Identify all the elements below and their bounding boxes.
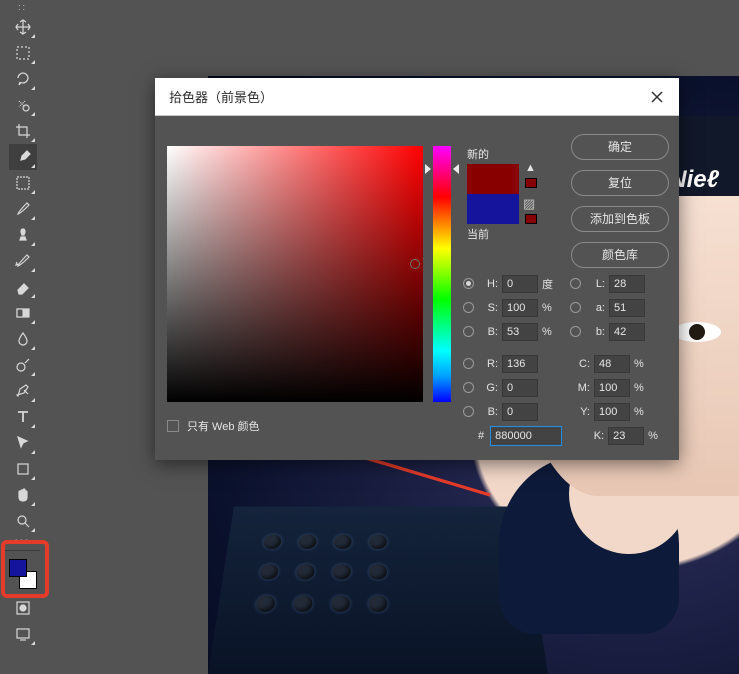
screen-mode-tool[interactable] bbox=[9, 621, 37, 647]
m-unit: % bbox=[634, 382, 650, 394]
c-label: C: bbox=[570, 358, 590, 370]
move-tool[interactable] bbox=[9, 14, 37, 40]
panel-grip[interactable]: :: bbox=[0, 0, 45, 14]
eraser-tool[interactable] bbox=[9, 274, 37, 300]
dialog-title: 拾色器（前景色） bbox=[169, 87, 273, 106]
dodge-tool[interactable] bbox=[9, 352, 37, 378]
y-input[interactable] bbox=[594, 403, 630, 421]
bv-label: B: bbox=[478, 326, 498, 338]
h-unit: 度 bbox=[542, 276, 558, 292]
color-swatches[interactable] bbox=[7, 557, 39, 591]
l-radio[interactable] bbox=[570, 278, 581, 289]
l-label: L: bbox=[585, 278, 605, 290]
a-label: a: bbox=[585, 302, 605, 314]
dialog-titlebar[interactable]: 拾色器（前景色） bbox=[155, 78, 679, 116]
color-field[interactable] bbox=[167, 146, 423, 402]
a-input[interactable] bbox=[609, 299, 645, 317]
new-label: 新的 bbox=[467, 146, 547, 162]
bc-radio[interactable] bbox=[463, 406, 474, 417]
quick-mask-tool[interactable] bbox=[9, 595, 37, 621]
hue-slider-thumb-left bbox=[425, 164, 431, 174]
hue-slider-thumb-right bbox=[453, 164, 459, 174]
s-radio[interactable] bbox=[463, 302, 474, 313]
add-swatch-button[interactable]: 添加到色板 bbox=[571, 206, 669, 232]
web-only-label: 只有 Web 颜色 bbox=[187, 418, 260, 434]
color-libraries-button[interactable]: 颜色库 bbox=[571, 242, 669, 268]
a-radio[interactable] bbox=[570, 302, 581, 313]
bv-radio[interactable] bbox=[463, 326, 474, 337]
websafe-warning-icon[interactable]: ▨ bbox=[523, 196, 535, 212]
c-input[interactable] bbox=[594, 355, 630, 373]
r-label: R: bbox=[478, 358, 498, 370]
pen-tool[interactable] bbox=[9, 378, 37, 404]
g-radio[interactable] bbox=[463, 382, 474, 393]
brush-tool[interactable] bbox=[9, 196, 37, 222]
foreground-swatch[interactable] bbox=[9, 559, 27, 577]
b-input[interactable] bbox=[609, 323, 645, 341]
gamut-warning-icon[interactable]: ▲ bbox=[525, 162, 536, 174]
web-only-checkbox[interactable] bbox=[167, 420, 179, 432]
tools-panel: :: ••• bbox=[0, 0, 45, 674]
hand-tool[interactable] bbox=[9, 482, 37, 508]
websafe-warning-swatch[interactable] bbox=[525, 214, 537, 224]
l-input[interactable] bbox=[609, 275, 645, 293]
b-radio[interactable] bbox=[570, 326, 581, 337]
m-input[interactable] bbox=[594, 379, 630, 397]
k-unit: % bbox=[648, 430, 664, 442]
blur-tool[interactable] bbox=[9, 326, 37, 352]
close-icon[interactable] bbox=[649, 89, 665, 105]
crop-tool[interactable] bbox=[9, 118, 37, 144]
hex-input[interactable] bbox=[490, 426, 562, 446]
new-color-swatch[interactable] bbox=[467, 164, 519, 194]
h-radio[interactable] bbox=[463, 278, 474, 289]
history-brush-tool[interactable] bbox=[9, 248, 37, 274]
color-values: H: 度 L: S: % a: bbox=[463, 274, 667, 450]
color-picker-dialog: 拾色器（前景色） 新的 当前 ▲ ▨ 确定 复位 添加到色板 颜色库 bbox=[155, 78, 679, 460]
h-label: H: bbox=[478, 278, 498, 290]
marquee-tool[interactable] bbox=[9, 40, 37, 66]
eyedropper-tool[interactable] bbox=[9, 144, 37, 170]
b-label: b: bbox=[585, 326, 605, 338]
lasso-tool[interactable] bbox=[9, 66, 37, 92]
m-label: M: bbox=[570, 382, 590, 394]
y-label: Y: bbox=[570, 406, 590, 418]
y-unit: % bbox=[634, 406, 650, 418]
current-label: 当前 bbox=[467, 226, 547, 242]
s-input[interactable] bbox=[502, 299, 538, 317]
shape-tool[interactable] bbox=[9, 456, 37, 482]
gradient-tool[interactable] bbox=[9, 300, 37, 326]
g-input[interactable] bbox=[502, 379, 538, 397]
r-radio[interactable] bbox=[463, 358, 474, 369]
color-field-cursor bbox=[410, 259, 420, 269]
current-color-swatch[interactable] bbox=[467, 194, 519, 224]
quick-select-tool[interactable] bbox=[9, 92, 37, 118]
hex-label: # bbox=[478, 430, 484, 442]
r-input[interactable] bbox=[502, 355, 538, 373]
gamut-warning-swatch[interactable] bbox=[525, 178, 537, 188]
frame-tool[interactable] bbox=[9, 170, 37, 196]
bc-label: B: bbox=[478, 406, 498, 418]
s-label: S: bbox=[478, 302, 498, 314]
s-unit: % bbox=[542, 302, 558, 314]
c-unit: % bbox=[634, 358, 650, 370]
ok-button[interactable]: 确定 bbox=[571, 134, 669, 160]
h-input[interactable] bbox=[502, 275, 538, 293]
k-label: K: bbox=[584, 430, 604, 442]
separator bbox=[4, 550, 40, 551]
hue-slider[interactable] bbox=[433, 146, 451, 402]
color-compare: 新的 当前 ▲ ▨ bbox=[467, 146, 547, 244]
stamp-tool[interactable] bbox=[9, 222, 37, 248]
reset-button[interactable]: 复位 bbox=[571, 170, 669, 196]
bc-input[interactable] bbox=[502, 403, 538, 421]
path-select-tool[interactable] bbox=[9, 430, 37, 456]
web-only-row: 只有 Web 颜色 bbox=[167, 418, 260, 434]
type-tool[interactable] bbox=[9, 404, 37, 430]
g-label: G: bbox=[478, 382, 498, 394]
tool-options-icon[interactable]: ••• bbox=[0, 534, 45, 548]
bv-unit: % bbox=[542, 326, 558, 338]
zoom-tool[interactable] bbox=[9, 508, 37, 534]
bv-input[interactable] bbox=[502, 323, 538, 341]
k-input[interactable] bbox=[608, 427, 644, 445]
